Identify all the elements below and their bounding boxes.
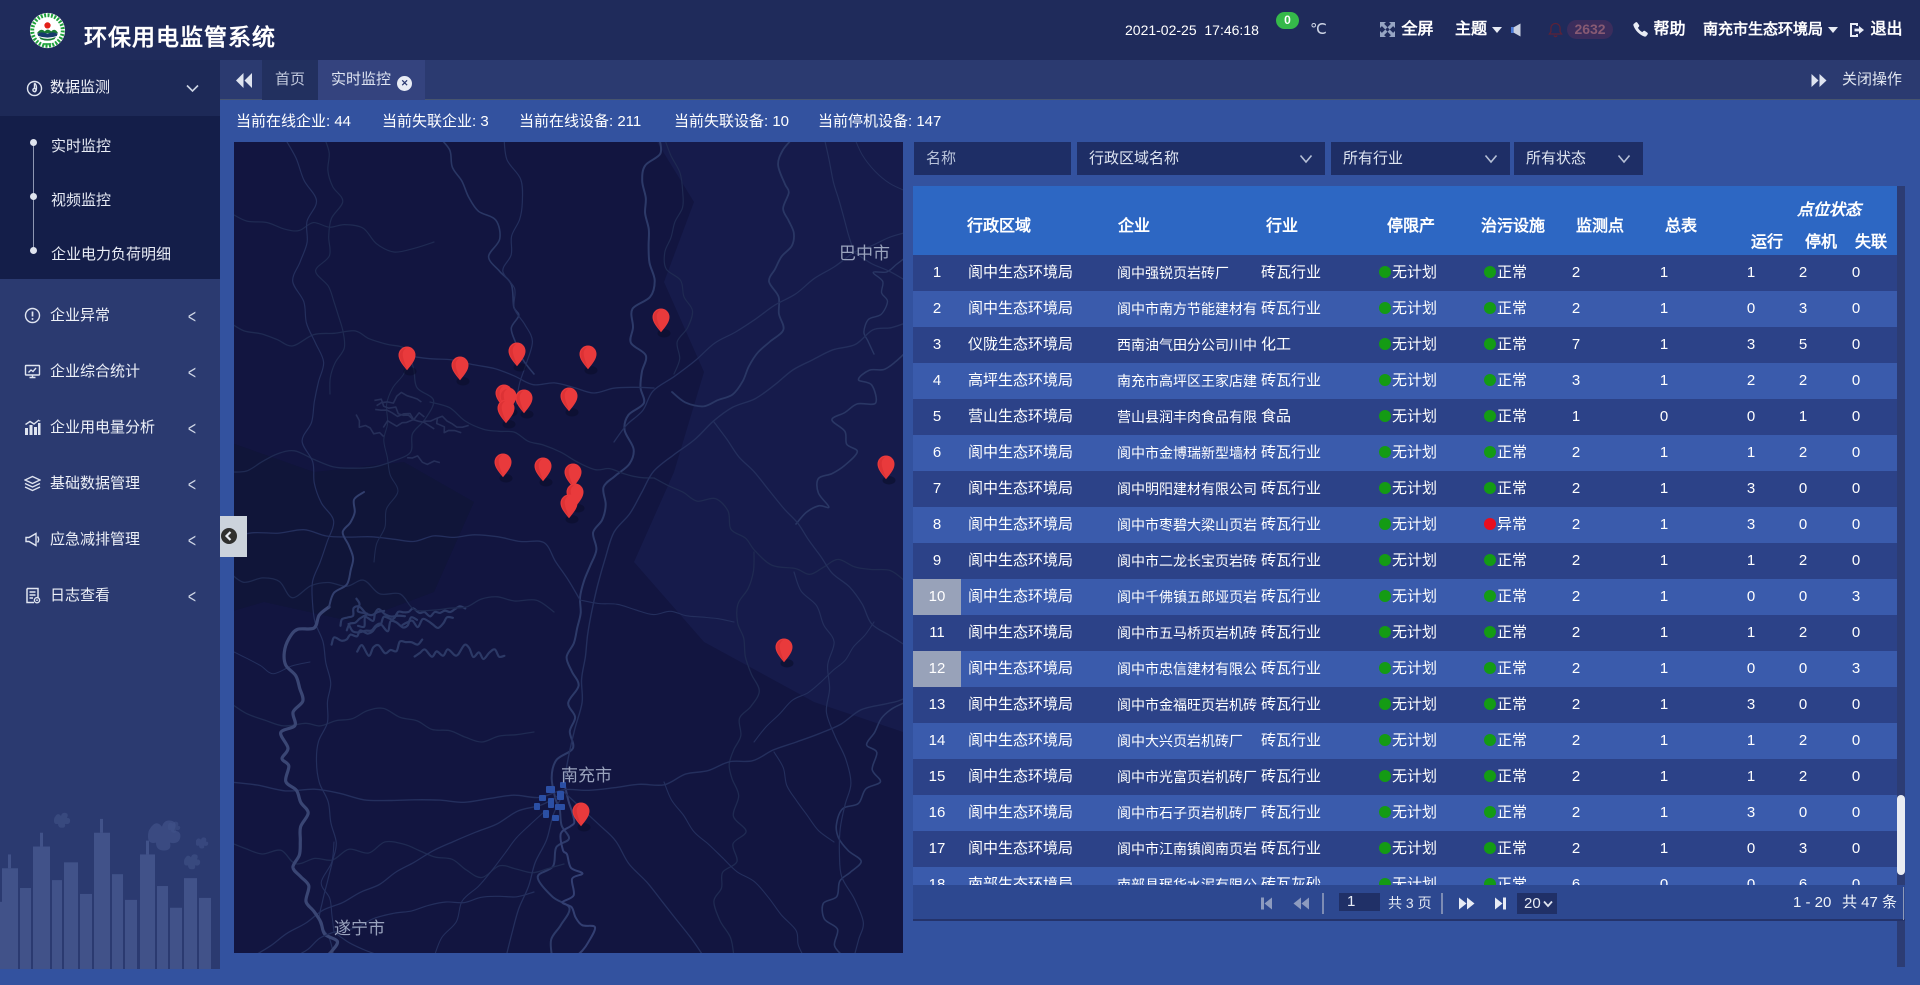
- svg-text:巴中市: 巴中市: [839, 244, 890, 263]
- svg-text:南充市: 南充市: [561, 766, 612, 785]
- svg-text:遂宁市: 遂宁市: [334, 919, 385, 938]
